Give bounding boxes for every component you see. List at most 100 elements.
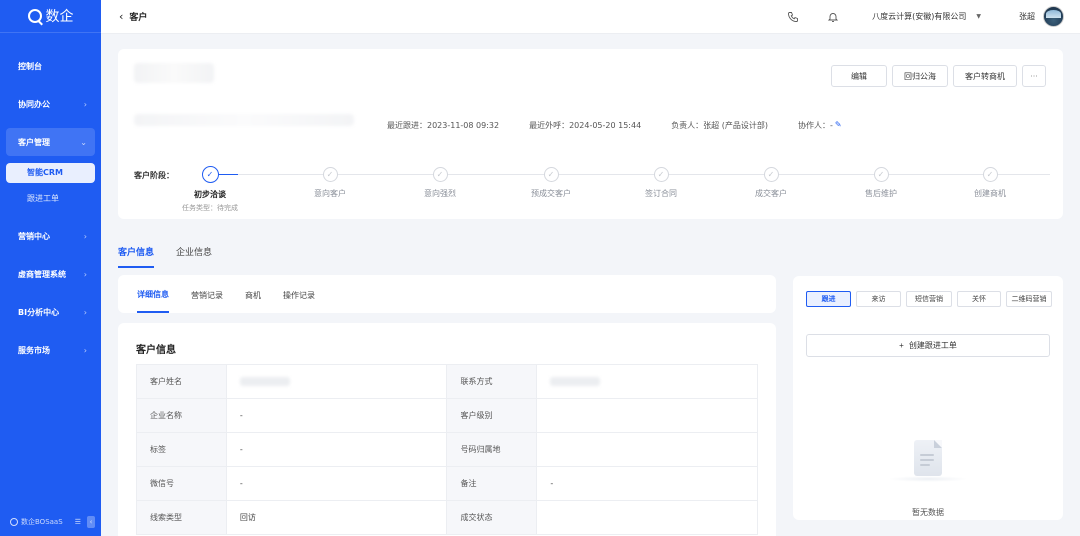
sidebar-item-marketing[interactable]: 营销中心 › — [0, 217, 101, 255]
redacted-value — [550, 377, 601, 386]
brand-icon — [10, 518, 18, 526]
page-title: 客户 — [129, 13, 148, 23]
tab-customer-info[interactable]: 客户信息 — [118, 245, 155, 268]
field-label: 微信号 — [136, 466, 227, 501]
chevron-right-icon: › — [83, 345, 87, 355]
edit-button[interactable]: 编辑 — [831, 65, 887, 87]
tab-care[interactable]: 关怀 — [957, 291, 1001, 307]
stage-label-text: 成交客户 — [755, 189, 787, 198]
chevron-right-icon: › — [83, 269, 87, 279]
sidebar-item-label: 服务市场 — [18, 345, 50, 355]
sidebar-subitem-ticket[interactable]: 跟进工单 — [6, 189, 95, 209]
field-label: 联系方式 — [446, 364, 538, 399]
tab-sms-marketing[interactable]: 短信营销 — [906, 291, 952, 307]
sidebar-item-label: 营销中心 — [18, 231, 50, 241]
tab-marketing-records[interactable]: 营销记录 — [191, 290, 223, 313]
sidebar-item-label: 控制台 — [18, 61, 42, 71]
check-icon: ✓ — [201, 166, 219, 183]
sidebar-item-mvno[interactable]: 虚商管理系统 › — [0, 255, 101, 293]
customer-info-card: 客户信息 客户姓名 联系方式 企业名称 - 客户级别 标签 - 号码归属地 微信… — [118, 323, 776, 536]
stage-stepper: ✓ 初步洽谈 任务类型：待完成 ✓ 意向客户 ✓ 意向强烈 ✓ 预成交客户 ✓ … — [170, 166, 1050, 216]
tab-company-info[interactable]: 企业信息 — [176, 245, 212, 268]
stage-step[interactable]: ✓ 创建商机 — [935, 166, 1045, 199]
redacted-value — [239, 377, 290, 386]
customer-meta: 最近跟进：2023-11-08 09:32 最近外呼：2024-05-20 15… — [387, 120, 872, 131]
customer-name-redacted — [134, 63, 214, 83]
sidebar-subitem-crm[interactable]: 智能CRM — [6, 163, 95, 183]
convert-opportunity-button[interactable]: 客户转商机 — [953, 65, 1017, 87]
collaborator: 协作人：- — [797, 121, 833, 130]
logo[interactable]: 数企 — [0, 0, 101, 33]
activity-panel: 跟进 来访 短信营销 关怀 二维码营销 + 创建跟进工单 暂无数据 — [793, 276, 1063, 520]
field-label: 客户姓名 — [136, 364, 227, 399]
plus-icon: + — [899, 341, 904, 350]
create-followup-ticket-button[interactable]: + 创建跟进工单 — [806, 334, 1050, 357]
stage-step[interactable]: ✓ 意向客户 — [275, 166, 385, 199]
field-label: 号码归属地 — [446, 432, 538, 467]
chevron-right-icon: › — [83, 231, 87, 241]
stage-step[interactable]: ✓ 初步洽谈 任务类型：待完成 — [155, 166, 265, 213]
search-logo-icon — [27, 9, 42, 23]
chevron-right-icon: › — [83, 99, 87, 109]
owner: 负责人：张超 (产品设计部) — [671, 121, 768, 130]
field-label: 线索类型 — [136, 500, 227, 535]
stage-step[interactable]: ✓ 预成交客户 — [496, 166, 606, 199]
field-label: 成交状态 — [446, 500, 538, 535]
check-icon: ✓ — [873, 167, 889, 182]
phone-icon[interactable] — [786, 10, 800, 24]
sidebar-item-label: 客户管理 — [18, 137, 50, 147]
more-button[interactable]: ··· — [1022, 65, 1046, 87]
sidebar-item-market[interactable]: 服务市场 › — [0, 331, 101, 369]
check-icon: ✓ — [763, 167, 779, 182]
field-value: - — [225, 432, 448, 467]
brand-footer-text: 数企BOSaaS — [21, 518, 63, 526]
tab-opportunities[interactable]: 商机 — [245, 290, 261, 313]
stage-step[interactable]: ✓ 成交客户 — [716, 166, 826, 199]
check-icon: ✓ — [982, 167, 998, 182]
field-label: 企业名称 — [136, 398, 227, 433]
field-value — [536, 364, 758, 399]
tab-visit[interactable]: 来访 — [856, 291, 901, 307]
user-name[interactable]: 张超 — [1019, 11, 1035, 22]
menu-icon[interactable]: ☰ — [75, 518, 81, 526]
table-row: 企业名称 - 客户级别 — [136, 398, 758, 433]
sidebar-item-label: 协同办公 — [18, 99, 50, 109]
stage-step[interactable]: ✓ 意向强烈 — [385, 166, 495, 199]
field-label: 客户级别 — [446, 398, 538, 433]
sidebar-item-collab[interactable]: 协同办公 › — [0, 85, 101, 123]
stage-label-text: 创建商机 — [974, 189, 1006, 198]
chevron-down-icon: ⌄ — [80, 137, 87, 147]
stage-subtext: 任务类型：待完成 — [182, 204, 238, 212]
check-icon: ✓ — [322, 167, 338, 182]
tab-operation-log[interactable]: 操作记录 — [283, 290, 315, 313]
field-value — [536, 500, 758, 535]
create-button-label: 创建跟进工单 — [908, 341, 957, 350]
stage-step[interactable]: ✓ 售后维护 — [826, 166, 936, 199]
sidebar-item-label: BI分析中心 — [18, 307, 60, 317]
stage-label-text: 初步洽谈 — [194, 190, 226, 199]
field-value — [225, 364, 448, 399]
stage-label-text: 意向强烈 — [424, 189, 456, 198]
tab-qrcode-marketing[interactable]: 二维码营销 — [1006, 291, 1052, 307]
stage-step[interactable]: ✓ 签订合同 — [606, 166, 716, 199]
sub-tabs: 详细信息 营销记录 商机 操作记录 — [118, 275, 776, 313]
edit-pencil-icon[interactable]: ✎ — [835, 120, 842, 131]
back-button[interactable]: ‹ 客户 — [119, 10, 147, 23]
field-value: 回访 — [225, 500, 448, 535]
company-selector[interactable]: 八度云计算(安徽)有限公司 ▼ — [872, 11, 981, 22]
sidebar-item-customer[interactable]: 客户管理 ⌄ — [6, 128, 95, 156]
avatar[interactable] — [1043, 6, 1064, 27]
collapse-sidebar-button[interactable]: ‹ — [87, 516, 95, 528]
tab-follow-up[interactable]: 跟进 — [806, 291, 851, 307]
sidebar-item-label: 虚商管理系统 — [18, 269, 66, 279]
sidebar: 数企 控制台 协同办公 › 客户管理 ⌄ 智能CRM 跟进工单 营销中心 › 虚… — [0, 0, 101, 536]
sidebar-item-console[interactable]: 控制台 — [0, 47, 101, 85]
tab-details[interactable]: 详细信息 — [137, 289, 169, 313]
table-row: 微信号 - 备注 - — [136, 466, 758, 501]
check-icon: ✓ — [653, 167, 669, 182]
table-row: 线索类型 回访 成交状态 — [136, 500, 758, 535]
sidebar-item-bi[interactable]: BI分析中心 › — [0, 293, 101, 331]
check-icon: ✓ — [432, 167, 448, 182]
bell-icon[interactable] — [826, 10, 840, 24]
return-pool-button[interactable]: 回归公海 — [892, 65, 948, 87]
